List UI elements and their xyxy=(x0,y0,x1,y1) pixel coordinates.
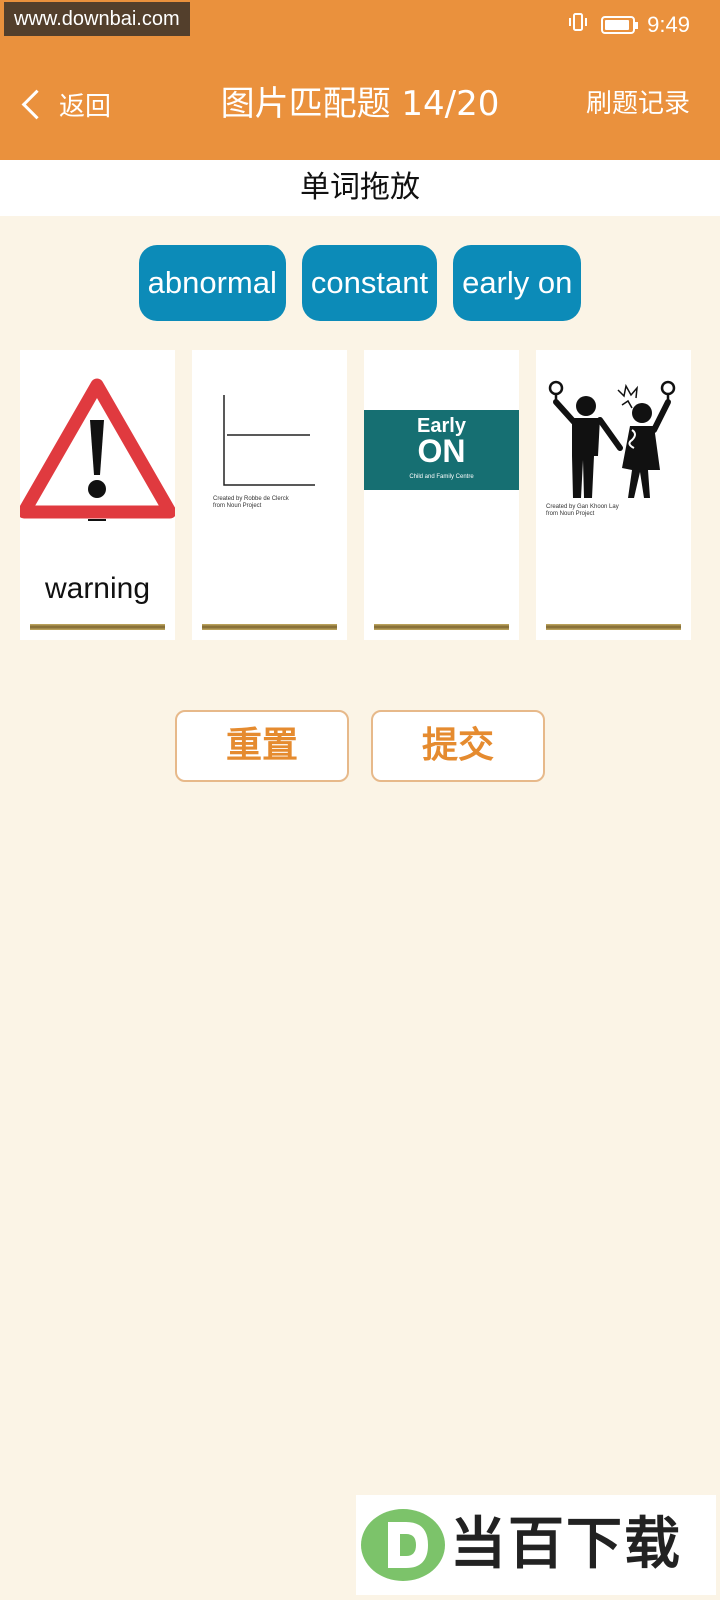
drop-zone-3[interactable] xyxy=(374,624,509,630)
submit-button[interactable]: 提交 xyxy=(371,710,545,782)
picture-card-1: warning xyxy=(20,350,175,640)
warning-sign-icon xyxy=(20,378,175,521)
picture-card-4: Created by Gan Khoon Lay from Noun Proje… xyxy=(536,350,691,640)
app-header: www.downbai.com 9:49 返回 图片匹配题 14/20 刷题记录 xyxy=(0,0,720,160)
abnormal-people-icon xyxy=(548,380,676,498)
site-watermark: www.downbai.com xyxy=(4,2,190,36)
constant-line-chart-icon xyxy=(223,395,315,486)
word-chip-abnormal[interactable]: abnormal xyxy=(138,245,286,321)
action-bar: 重置 提交 xyxy=(0,710,720,782)
vibrate-icon xyxy=(567,11,589,39)
picture-card-3: Early ON Child and Family Centre xyxy=(364,350,519,640)
practice-record-button[interactable]: 刷题记录 xyxy=(586,80,690,128)
drop-zone-1[interactable] xyxy=(30,624,165,630)
status-time: 9:49 xyxy=(647,12,690,37)
section-title: 单词拖放 xyxy=(0,160,720,216)
battery-icon xyxy=(601,16,639,34)
image-credit: Created by Robbe de Clerck from Noun Pro… xyxy=(213,496,289,509)
d-logo-icon xyxy=(361,1509,445,1581)
word-chip-early-on[interactable]: early on xyxy=(453,245,582,321)
image-credit: Created by Gan Khoon Lay from Noun Proje… xyxy=(546,504,619,517)
word-chip-list: abnormal constant early on xyxy=(0,245,720,321)
card-caption: warning xyxy=(44,572,151,605)
picture-card-2: Created by Robbe de Clerck from Noun Pro… xyxy=(192,350,347,640)
drop-zone-2[interactable] xyxy=(202,624,337,630)
reset-button[interactable]: 重置 xyxy=(175,710,349,782)
word-chip-constant[interactable]: constant xyxy=(301,245,438,321)
site-logo-watermark: 当百下载 xyxy=(356,1495,716,1595)
early-on-logo: Early ON Child and Family Centre xyxy=(364,410,519,490)
status-bar-right: 9:49 xyxy=(567,10,690,40)
picture-card-list: warning Created by Robbe de Clerck from … xyxy=(20,350,700,640)
watermark-text: 当百下载 xyxy=(450,1512,682,1577)
drop-zone-4[interactable] xyxy=(546,624,681,630)
